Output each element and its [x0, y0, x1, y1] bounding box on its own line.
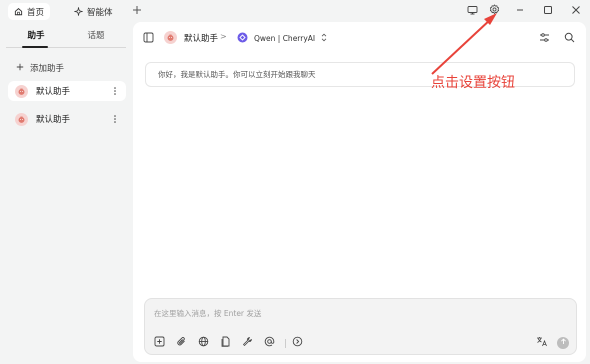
- maximize-icon: [543, 5, 553, 18]
- close-icon: [571, 5, 581, 18]
- assistant-name: 默认助手: [36, 115, 71, 125]
- send-icon: [560, 338, 567, 348]
- model-selector[interactable]: Qwen | CherryAI: [237, 32, 327, 45]
- tab-topics[interactable]: 话题: [66, 28, 126, 48]
- plus-icon: [16, 63, 24, 74]
- settings-sliders-icon: [539, 32, 550, 46]
- translate-button[interactable]: [535, 336, 549, 350]
- settings-button[interactable]: [487, 4, 501, 18]
- attachment-button[interactable]: [174, 336, 188, 350]
- new-topic-button[interactable]: [152, 336, 166, 350]
- assistant-avatar-icon: [164, 31, 177, 44]
- minimize-button[interactable]: [513, 4, 527, 18]
- tab-agents-label: 智能体: [87, 7, 113, 18]
- more-icon: [292, 336, 303, 350]
- minimize-icon: [515, 5, 525, 18]
- tab-home[interactable]: 首页: [8, 3, 51, 20]
- sidebar-toggle-icon: [143, 32, 154, 46]
- knowledge-icon: [220, 336, 231, 350]
- add-assistant-button[interactable]: 添加助手: [16, 62, 64, 74]
- current-assistant-name: 默认助手: [184, 33, 219, 44]
- translate-icon: [536, 336, 548, 350]
- model-label: Qwen | CherryAI: [254, 34, 316, 43]
- web-search-button[interactable]: [196, 336, 210, 350]
- minimap-button[interactable]: [465, 4, 479, 18]
- add-assistant-label: 添加助手: [30, 64, 65, 74]
- search-button[interactable]: [564, 32, 575, 46]
- plus-icon: [132, 5, 142, 18]
- mention-icon: [264, 336, 275, 350]
- tab-agents[interactable]: 智能体: [68, 3, 119, 20]
- search-icon: [564, 32, 575, 46]
- chat-panel: 默认助手 > Qwen | CherryAI 你好，我是默认助手。你可以立刻开始…: [133, 22, 586, 362]
- mention-button[interactable]: [262, 336, 276, 350]
- more-tools-button[interactable]: [290, 336, 304, 350]
- maximize-button[interactable]: [541, 4, 555, 18]
- new-topic-icon: [154, 336, 165, 350]
- send-button[interactable]: [557, 337, 569, 349]
- chat-header: 默认助手 > Qwen | CherryAI: [133, 22, 586, 54]
- tab-assistants[interactable]: 助手: [6, 28, 66, 48]
- close-button[interactable]: [569, 4, 583, 18]
- knowledge-base-button[interactable]: [218, 336, 232, 350]
- assistant-avatar-icon: [15, 84, 28, 98]
- tab-home-label: 首页: [27, 7, 45, 18]
- model-logo-icon: [237, 32, 248, 45]
- current-assistant[interactable]: 默认助手: [164, 31, 218, 44]
- new-tab-button[interactable]: [130, 4, 144, 18]
- chat-settings-button[interactable]: [539, 32, 550, 46]
- message-input-placeholder[interactable]: 在这里输入消息，按 Enter 发送: [154, 308, 261, 319]
- sidebar-tabs: 助手 话题: [6, 28, 126, 48]
- title-bar: 首页 智能体: [0, 0, 590, 22]
- mcp-tools-icon: [242, 336, 253, 350]
- toggle-sidebar-button[interactable]: [143, 32, 154, 46]
- web-search-icon: [198, 336, 209, 350]
- sidebar: 助手 话题 添加助手 默认助手 默认助手: [0, 22, 133, 364]
- gear-icon: [489, 4, 500, 18]
- message-composer[interactable]: 在这里输入消息，按 Enter 发送: [144, 298, 577, 355]
- more-vertical-icon[interactable]: [109, 113, 121, 125]
- chevron-up-down-icon: [321, 33, 327, 44]
- assistant-item[interactable]: 默认助手: [8, 81, 126, 101]
- toolbar-divider: [285, 339, 286, 348]
- attachment-icon: [176, 336, 187, 350]
- mcp-tools-button[interactable]: [240, 336, 254, 350]
- home-icon: [14, 7, 23, 16]
- breadcrumb-separator: >: [220, 32, 227, 41]
- sparkle-icon: [74, 7, 83, 16]
- annotation-label: 点击设置按钮: [431, 75, 515, 91]
- assistant-item[interactable]: 默认助手: [8, 109, 126, 129]
- assistant-name: 默认助手: [36, 87, 71, 97]
- active-tab-indicator: [22, 46, 48, 48]
- more-vertical-icon[interactable]: [109, 85, 121, 97]
- assistant-avatar-icon: [15, 112, 28, 126]
- monitor-icon: [467, 5, 478, 18]
